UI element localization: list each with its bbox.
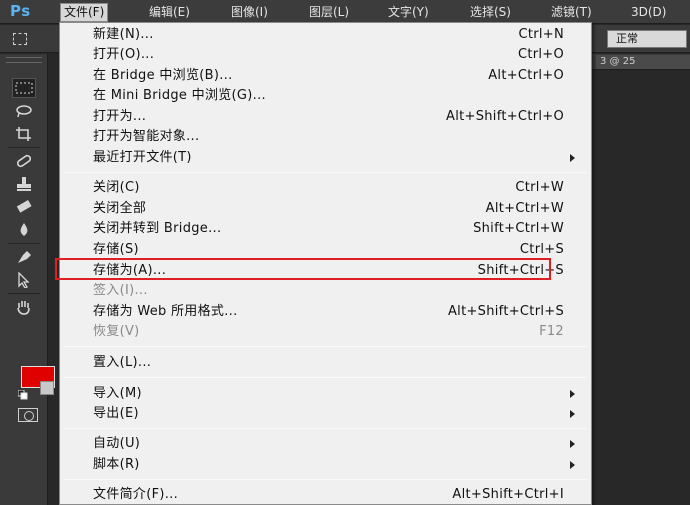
menu-separator	[64, 346, 587, 347]
marquee-preset-icon[interactable]	[10, 31, 32, 47]
menu-item-label: 在 Mini Bridge 中浏览(G)...	[93, 88, 266, 103]
menu-item-open-as[interactable]: 打开为... Alt+Shift+Ctrl+O	[60, 107, 591, 127]
menu-item-close[interactable]: 关闭(C) Ctrl+W	[60, 178, 591, 198]
menu-item-shortcut: Ctrl+W	[515, 180, 564, 195]
file-menu-dropdown: 新建(N)... Ctrl+N 打开(O)... Ctrl+O 在 Bridge…	[59, 22, 592, 505]
menu-item-check-in: 签入(I)...	[60, 281, 591, 301]
lasso-icon[interactable]	[12, 101, 36, 121]
background-color-swatch[interactable]	[40, 381, 54, 395]
menu-item-close-all[interactable]: 关闭全部 Alt+Ctrl+W	[60, 199, 591, 219]
menu-edit[interactable]: 编辑(E)	[146, 3, 193, 22]
toolbox-divider	[8, 147, 40, 148]
menu-separator	[64, 172, 587, 173]
menu-item-label: 脚本(R)	[93, 457, 140, 472]
toolbox	[0, 54, 55, 505]
menu-item-shortcut: F12	[539, 324, 564, 339]
menu-layer[interactable]: 图层(L)	[306, 3, 352, 22]
menu-image[interactable]: 图像(I)	[228, 3, 271, 22]
menu-item-place[interactable]: 置入(L)...	[60, 353, 591, 373]
menu-item-close-go-bridge[interactable]: 关闭并转到 Bridge... Shift+Ctrl+W	[60, 219, 591, 239]
menu-item-save-for-web[interactable]: 存储为 Web 所用格式... Alt+Shift+Ctrl+S	[60, 302, 591, 322]
menu-item-label: 存储为 Web 所用格式...	[93, 304, 238, 319]
menu-item-shortcut: Shift+Ctrl+W	[473, 221, 564, 236]
menu-item-label: 存储(S)	[93, 242, 139, 257]
menu-item-export[interactable]: 导出(E)	[60, 404, 591, 424]
submenu-arrow-icon	[570, 154, 575, 162]
submenu-arrow-icon	[570, 390, 575, 398]
menu-item-label: 关闭并转到 Bridge...	[93, 221, 222, 236]
menu-item-new[interactable]: 新建(N)... Ctrl+N	[60, 25, 591, 45]
menu-select[interactable]: 选择(S)	[467, 3, 514, 22]
photoshop-window: Ps 文件(F) 编辑(E) 图像(I) 图层(L) 文字(Y) 选择(S) 滤…	[0, 0, 690, 505]
toolbox-grip[interactable]	[6, 57, 42, 63]
submenu-arrow-icon	[570, 461, 575, 469]
crop-icon[interactable]	[12, 124, 36, 144]
menu-item-open[interactable]: 打开(O)... Ctrl+O	[60, 45, 591, 65]
menu-item-shortcut: Alt+Ctrl+O	[488, 68, 564, 83]
menu-item-label: 文件简介(F)...	[93, 487, 179, 502]
menu-item-open-smart-object[interactable]: 打开为智能对象...	[60, 127, 591, 147]
submenu-arrow-icon	[570, 410, 575, 418]
menu-item-import[interactable]: 导入(M)	[60, 384, 591, 404]
eraser-icon[interactable]	[12, 197, 36, 217]
menu-item-label: 导出(E)	[93, 406, 139, 421]
document-tab[interactable]: 3 @ 25	[596, 55, 690, 69]
submenu-arrow-icon	[570, 440, 575, 448]
menu-item-label: 关闭(C)	[93, 180, 140, 195]
menu-item-shortcut: Alt+Shift+Ctrl+S	[447, 304, 564, 319]
menu-item-shortcut: Ctrl+S	[519, 242, 564, 257]
menu-item-shortcut: Ctrl+O	[517, 47, 564, 62]
spot-healing-icon[interactable]	[12, 151, 36, 171]
rect-marquee-icon[interactable]	[12, 78, 36, 98]
menu-item-label: 恢复(V)	[93, 324, 140, 339]
toolbox-divider	[8, 243, 40, 244]
document-tab-strip: 3 @ 25	[592, 54, 690, 70]
menu-item-label: 关闭全部	[93, 201, 147, 216]
menu-item-file-info[interactable]: 文件简介(F)... Alt+Shift+Ctrl+I	[60, 485, 591, 505]
blur-icon[interactable]	[12, 220, 36, 240]
pen-icon[interactable]	[12, 247, 36, 267]
menu-item-recent-files[interactable]: 最近打开文件(T)	[60, 148, 591, 168]
menu-bar: Ps 文件(F) 编辑(E) 图像(I) 图层(L) 文字(Y) 选择(S) 滤…	[0, 0, 690, 24]
menu-item-revert: 恢复(V) F12	[60, 322, 591, 342]
menu-item-label: 签入(I)...	[93, 283, 148, 298]
menu-item-label: 打开为...	[93, 109, 147, 124]
menu-item-save-as[interactable]: 存储为(A)... Shift+Ctrl+S	[60, 261, 591, 281]
menu-item-label: 自动(U)	[93, 436, 141, 451]
toolbox-divider	[8, 293, 40, 294]
ps-logo: Ps	[10, 2, 31, 20]
menu-type[interactable]: 文字(Y)	[385, 3, 432, 22]
menu-item-shortcut: Alt+Shift+Ctrl+O	[446, 109, 564, 124]
menu-item-label: 导入(M)	[93, 386, 142, 401]
menu-item-label: 置入(L)...	[93, 355, 152, 370]
menu-filter[interactable]: 滤镜(T)	[548, 3, 595, 22]
menu-item-label: 存储为(A)...	[93, 263, 167, 278]
menu-item-shortcut: Shift+Ctrl+S	[477, 263, 564, 278]
menu-file[interactable]: 文件(F)	[60, 3, 109, 22]
menu-item-automate[interactable]: 自动(U)	[60, 434, 591, 454]
stamp-icon[interactable]	[12, 174, 36, 194]
menu-separator	[64, 479, 587, 480]
menu-separator	[64, 428, 587, 429]
hand-icon[interactable]	[12, 297, 36, 317]
menu-item-label: 最近打开文件(T)	[93, 150, 192, 165]
menu-item-scripts[interactable]: 脚本(R)	[60, 455, 591, 475]
path-select-icon[interactable]	[12, 270, 36, 290]
menu-item-label: 打开为智能对象...	[93, 129, 200, 144]
menu-item-browse-bridge[interactable]: 在 Bridge 中浏览(B)... Alt+Ctrl+O	[60, 66, 591, 86]
menu-item-label: 打开(O)...	[93, 47, 155, 62]
menu-3d[interactable]: 3D(D)	[628, 3, 669, 22]
blend-mode-select[interactable]: 正常	[607, 30, 687, 48]
menu-item-label: 在 Bridge 中浏览(B)...	[93, 68, 233, 83]
menu-item-save[interactable]: 存储(S) Ctrl+S	[60, 240, 591, 260]
menu-item-shortcut: Alt+Shift+Ctrl+I	[452, 487, 564, 502]
menu-item-shortcut: Ctrl+N	[518, 27, 564, 42]
menu-separator	[64, 377, 587, 378]
default-colors-icon[interactable]	[17, 389, 28, 400]
menu-item-browse-mini-bridge[interactable]: 在 Mini Bridge 中浏览(G)...	[60, 86, 591, 106]
menu-item-label: 新建(N)...	[93, 27, 154, 42]
quick-mask-icon[interactable]	[18, 408, 38, 422]
menu-item-shortcut: Alt+Ctrl+W	[485, 201, 564, 216]
